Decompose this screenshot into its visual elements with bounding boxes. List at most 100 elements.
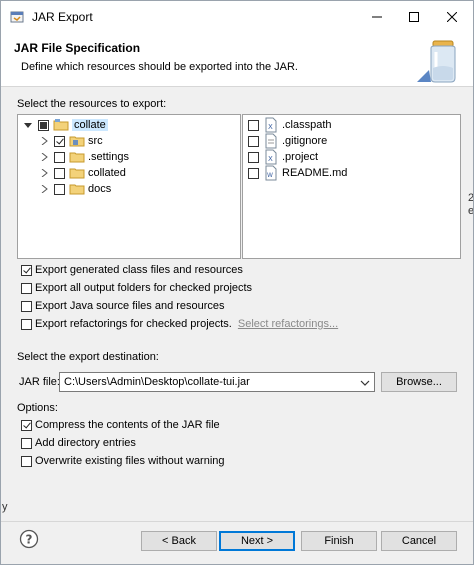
select-refactorings-link[interactable]: Select refactorings... [238,318,338,330]
option-label: Compress the contents of the JAR file [35,419,220,431]
tree-label: .settings [88,151,129,163]
expand-icon[interactable] [38,181,50,197]
finish-button[interactable]: Finish [301,531,377,551]
export-refactorings-checkbox[interactable] [21,318,32,330]
file-item-project[interactable]: X .project [248,149,318,165]
maximize-button[interactable] [395,1,433,32]
markdown-file-icon: W [263,165,279,181]
compress-checkbox[interactable] [21,419,32,431]
project-folder-icon [53,117,69,133]
expand-icon[interactable] [38,149,50,165]
svg-text:X: X [268,123,273,131]
jar-file-value: C:\Users\Admin\Desktop\collate-tui.jar [64,376,250,388]
xml-file-icon: X [263,117,279,133]
collapse-icon[interactable] [22,117,34,133]
resources-label: Select the resources to export: [17,98,167,110]
folder-icon [69,165,85,181]
edge-fragment: y [2,501,8,513]
tree-checkbox-src[interactable] [54,135,65,147]
xml-file-icon: X [263,149,279,165]
option-export-refactorings[interactable]: Export refactorings for checked projects… [21,316,338,332]
tree-checkbox-collate[interactable] [38,119,49,131]
options-label: Options: [17,402,58,414]
tree-checkbox-settings[interactable] [54,151,65,163]
browse-button[interactable]: Browse... [381,372,457,392]
minimize-icon [372,12,382,22]
overwrite-checkbox[interactable] [21,455,32,467]
tree-item-collated[interactable]: collated [38,165,126,181]
file-label: .project [282,151,319,163]
banner-title: JAR File Specification [14,41,141,55]
expand-icon[interactable] [38,165,50,181]
option-export-java-source[interactable]: Export Java source files and resources [21,298,225,314]
option-label: Export Java source files and resources [35,300,225,312]
option-export-output-folders[interactable]: Export all output folders for checked pr… [21,280,252,296]
destination-label: Select the export destination: [17,351,159,363]
wizard-banner: JAR File Specification Define which reso… [1,32,473,87]
export-class-files-checkbox[interactable] [21,264,32,276]
jar-file-combo[interactable]: C:\Users\Admin\Desktop\collate-tui.jar [59,372,375,392]
file-checkbox-readme[interactable] [248,167,259,179]
file-item-classpath[interactable]: X .classpath [248,117,332,133]
tree-checkbox-collated[interactable] [54,167,65,179]
option-label: Export all output folders for checked pr… [35,282,253,294]
file-item-gitignore[interactable]: .gitignore [248,133,327,149]
tree-item-docs[interactable]: docs [38,181,111,197]
option-compress[interactable]: Compress the contents of the JAR file [21,417,220,433]
chevron-down-icon[interactable] [360,378,370,390]
folder-icon [69,149,85,165]
tree-label: collated [88,167,126,179]
title-bar: JAR Export [1,1,473,32]
back-button[interactable]: < Back [141,531,217,551]
file-checkbox-project[interactable] [248,151,259,163]
text-file-icon [263,133,279,149]
jar-file-label: JAR file: [19,376,60,388]
file-checkbox-classpath[interactable] [248,119,259,131]
window-title: JAR Export [32,10,93,24]
eclipse-app-icon [10,10,24,24]
svg-text:X: X [268,155,273,163]
tree-item-collate[interactable]: collate [22,117,108,133]
source-folder-icon [69,133,85,149]
file-checkbox-gitignore[interactable] [248,135,259,147]
expand-icon[interactable] [38,133,50,149]
svg-text:?: ? [26,533,33,547]
maximize-icon [409,11,419,22]
tree-checkbox-docs[interactable] [54,183,65,195]
jar-export-dialog: JAR Export JAR File Specification Define… [0,0,474,565]
file-list[interactable]: X .classpath .gitignore X .project W REA… [242,114,461,259]
export-output-folders-checkbox[interactable] [21,282,32,294]
file-item-readme[interactable]: W README.md [248,165,347,181]
cancel-button[interactable]: Cancel [381,531,457,551]
banner-description: Define which resources should be exporte… [21,61,298,73]
folder-icon [69,181,85,197]
tree-item-settings[interactable]: .settings [38,149,129,165]
option-directory-entries[interactable]: Add directory entries [21,435,136,451]
directory-entries-checkbox[interactable] [21,437,32,449]
next-button[interactable]: Next > [219,531,295,551]
tree-label: collate [72,119,108,131]
file-label: .gitignore [282,135,328,147]
help-button[interactable]: ? [19,529,39,549]
file-label: .classpath [282,119,332,131]
jar-icon [415,38,463,84]
option-export-class-files[interactable]: Export generated class files and resourc… [21,262,243,278]
resource-tree[interactable]: collate src .settings collated docs [17,114,241,259]
tree-item-src[interactable]: src [38,133,103,149]
option-label: Export generated class files and resourc… [35,264,243,276]
svg-text:W: W [267,172,273,179]
tree-label: docs [88,183,112,195]
minimize-button[interactable] [358,1,396,32]
footer-separator [1,521,473,522]
close-icon [447,11,457,22]
edge-fragment: e [468,205,474,217]
option-label: Overwrite existing files without warning [35,455,225,467]
help-icon: ? [19,529,39,552]
option-overwrite[interactable]: Overwrite existing files without warning [21,453,225,469]
option-label: Add directory entries [35,437,136,449]
edge-fragment: 2 [468,192,474,204]
tree-label: src [88,135,103,147]
option-label: Export refactorings for checked projects… [35,318,232,330]
close-button[interactable] [433,1,471,32]
export-java-source-checkbox[interactable] [21,300,32,312]
